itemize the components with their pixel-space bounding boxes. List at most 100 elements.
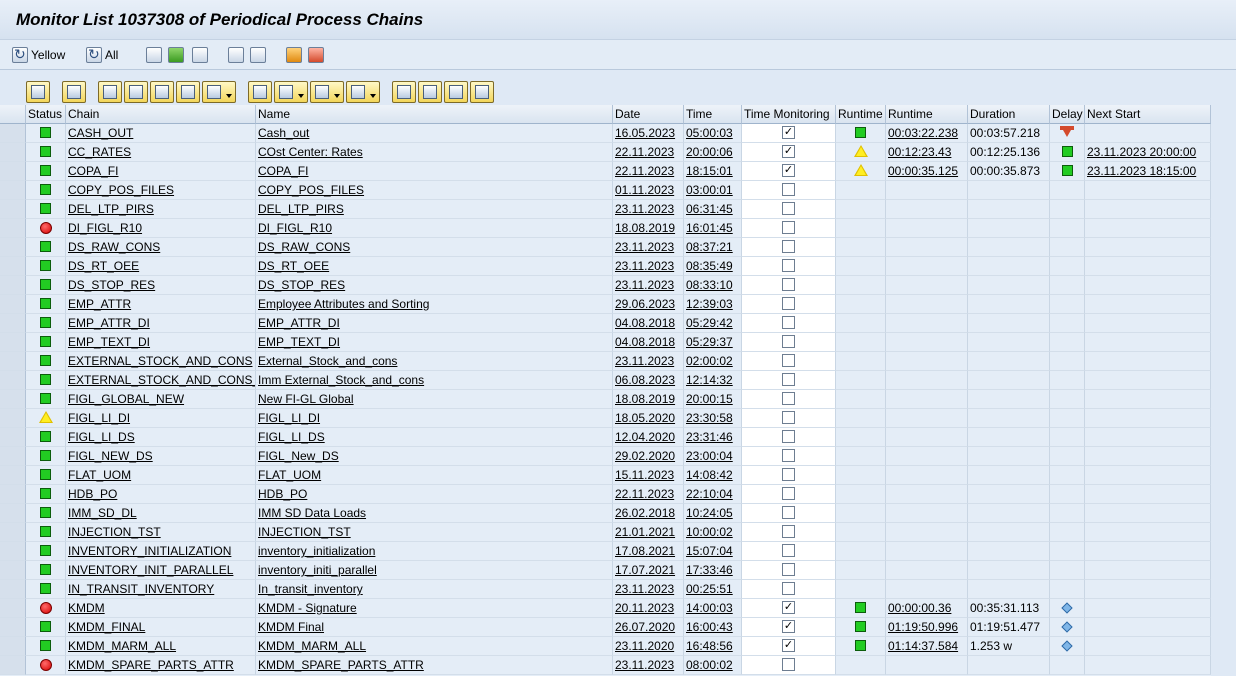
table-row[interactable]: KMDM_MARM_ALL KMDM_MARM_ALL 23.11.2020 16:4… (0, 637, 1211, 656)
time-monitoring-checkbox[interactable] (782, 658, 795, 672)
row-selector[interactable] (0, 390, 26, 409)
name-link[interactable]: FIGL_LI_DS (258, 430, 325, 444)
row-selector[interactable] (0, 428, 26, 447)
layout-button[interactable] (346, 81, 380, 103)
column-header-runtime[interactable]: Runtime (886, 105, 968, 124)
time-link[interactable]: 22:10:04 (686, 487, 733, 501)
name-link[interactable]: COst Center: Rates (258, 145, 363, 159)
time-monitoring-checkbox[interactable] (782, 487, 795, 501)
column-header-time-monitoring[interactable]: Time Monitoring (742, 105, 836, 124)
sort-descending-button[interactable] (124, 81, 148, 103)
name-link[interactable]: FLAT_UOM (258, 468, 321, 482)
date-link[interactable]: 15.11.2023 (615, 468, 674, 482)
time-monitoring-checkbox[interactable] (782, 221, 795, 235)
time-monitoring-checkbox[interactable] (782, 563, 795, 577)
table-row[interactable]: INVENTORY_INITIALIZATION inventory_initia… (0, 542, 1211, 561)
row-selector[interactable] (0, 181, 26, 200)
status-yellow-icon[interactable] (38, 411, 53, 424)
chain-link[interactable]: IN_TRANSIT_INVENTORY (68, 582, 214, 596)
next-start-link[interactable]: 23.11.2023 20:00:00 (1087, 145, 1196, 159)
table-row[interactable]: INVENTORY_INIT_PARALLEL inventory_initi_p… (0, 561, 1211, 580)
status-green-icon[interactable] (40, 336, 51, 348)
runtime-link[interactable]: 01:19:50.996 (888, 620, 958, 634)
table-row[interactable]: EMP_ATTR Employee Attributes and Sorting 2… (0, 295, 1211, 314)
chain-link[interactable]: FIGL_NEW_DS (68, 449, 153, 463)
chain-link[interactable]: DEL_LTP_PIRS (68, 202, 154, 216)
chain-link[interactable]: EMP_ATTR_DI (68, 316, 150, 330)
create-button[interactable] (392, 81, 416, 103)
status-green-icon[interactable] (40, 526, 51, 538)
chain-link[interactable]: KMDM_SPARE_PARTS_ATTR (68, 658, 234, 672)
status-green-icon[interactable] (40, 507, 51, 519)
time-link[interactable]: 20:00:15 (686, 392, 733, 406)
date-link[interactable]: 17.07.2021 (615, 563, 675, 577)
column-header-date[interactable]: Date (613, 105, 684, 124)
name-link[interactable]: DS_STOP_RES (258, 278, 345, 292)
log-detail-button[interactable] (250, 45, 266, 65)
chain-link[interactable]: INJECTION_TST (68, 525, 161, 539)
column-header-name[interactable]: Name (256, 105, 613, 124)
date-link[interactable]: 23.11.2023 (615, 259, 674, 273)
time-monitoring-checkbox[interactable] (782, 392, 795, 406)
date-link[interactable]: 23.11.2023 (615, 658, 674, 672)
find-next-button[interactable] (176, 81, 200, 103)
next-start-link[interactable]: 23.11.2023 18:15:00 (1087, 164, 1196, 178)
column-header-next-start[interactable]: Next Start (1085, 105, 1211, 124)
status-green-icon[interactable] (40, 317, 51, 329)
find-button[interactable] (150, 81, 174, 103)
runtime-link[interactable]: 00:12:23.43 (888, 145, 951, 159)
row-selector[interactable] (0, 333, 26, 352)
table-row[interactable]: FIGL_GLOBAL_NEW New FI-GL Global 18.08.201… (0, 390, 1211, 409)
date-link[interactable]: 21.01.2021 (615, 525, 675, 539)
row-selector[interactable] (0, 219, 26, 238)
name-link[interactable]: KMDM_MARM_ALL (258, 639, 366, 653)
chain-link[interactable]: DS_RAW_CONS (68, 240, 160, 254)
row-selector[interactable] (0, 276, 26, 295)
table-row[interactable]: DS_RT_OEE DS_RT_OEE 23.11.2023 08:35:49 (0, 257, 1211, 276)
time-link[interactable]: 18:15:01 (686, 164, 733, 178)
name-link[interactable]: INJECTION_TST (258, 525, 351, 539)
status-green-icon[interactable] (40, 203, 51, 215)
name-link[interactable]: New FI-GL Global (258, 392, 354, 406)
row-selector[interactable] (0, 637, 26, 656)
time-link[interactable]: 10:00:02 (686, 525, 733, 539)
row-selector[interactable] (0, 580, 26, 599)
chain-link[interactable]: DI_FIGL_R10 (68, 221, 142, 235)
status-green-icon[interactable] (40, 260, 51, 272)
chain-link[interactable]: FLAT_UOM (68, 468, 131, 482)
runtime-link[interactable]: 01:14:37.584 (888, 639, 958, 653)
status-green-icon[interactable] (40, 393, 51, 405)
date-link[interactable]: 22.11.2023 (615, 164, 674, 178)
table-row[interactable]: FLAT_UOM FLAT_UOM 15.11.2023 14:08:42 (0, 466, 1211, 485)
time-link[interactable]: 15:07:04 (686, 544, 733, 558)
time-monitoring-checkbox[interactable] (782, 430, 795, 444)
time-link[interactable]: 12:39:03 (686, 297, 733, 311)
time-monitoring-checkbox[interactable] (782, 183, 795, 197)
row-selector[interactable] (0, 295, 26, 314)
chain-link[interactable]: FIGL_LI_DI (68, 411, 130, 425)
refresh-button[interactable] (62, 81, 86, 103)
table-row[interactable]: DS_STOP_RES DS_STOP_RES 23.11.2023 08:33:10 (0, 276, 1211, 295)
chain-link[interactable]: IMM_SD_DL (68, 506, 137, 520)
row-selector[interactable] (0, 409, 26, 428)
status-red-icon[interactable] (39, 601, 52, 614)
time-link[interactable]: 16:48:56 (686, 639, 733, 653)
row-selector[interactable] (0, 542, 26, 561)
table-row[interactable]: COPY_POS_FILES COPY_POS_FILES 01.11.2023 03… (0, 181, 1211, 200)
name-link[interactable]: DS_RAW_CONS (258, 240, 350, 254)
status-green-icon[interactable] (40, 640, 51, 652)
status-green-icon[interactable] (40, 469, 51, 481)
time-link[interactable]: 06:31:45 (686, 202, 733, 216)
chain-link[interactable]: DS_RT_OEE (68, 259, 139, 273)
row-selector[interactable] (0, 371, 26, 390)
time-monitoring-checkbox[interactable] (782, 259, 795, 273)
chain-link[interactable]: EMP_TEXT_DI (68, 335, 150, 349)
chain-link[interactable]: KMDM_FINAL (68, 620, 145, 634)
name-link[interactable]: DEL_LTP_PIRS (258, 202, 344, 216)
date-link[interactable]: 06.08.2023 (615, 373, 675, 387)
column-header-status[interactable]: Status (26, 105, 66, 124)
time-link[interactable]: 23:31:46 (686, 430, 733, 444)
chain-link[interactable]: INVENTORY_INIT_PARALLEL (68, 563, 233, 577)
table-row[interactable]: FIGL_LI_DS FIGL_LI_DS 12.04.2020 23:31:46 (0, 428, 1211, 447)
time-monitoring-checkbox[interactable] (782, 373, 795, 387)
